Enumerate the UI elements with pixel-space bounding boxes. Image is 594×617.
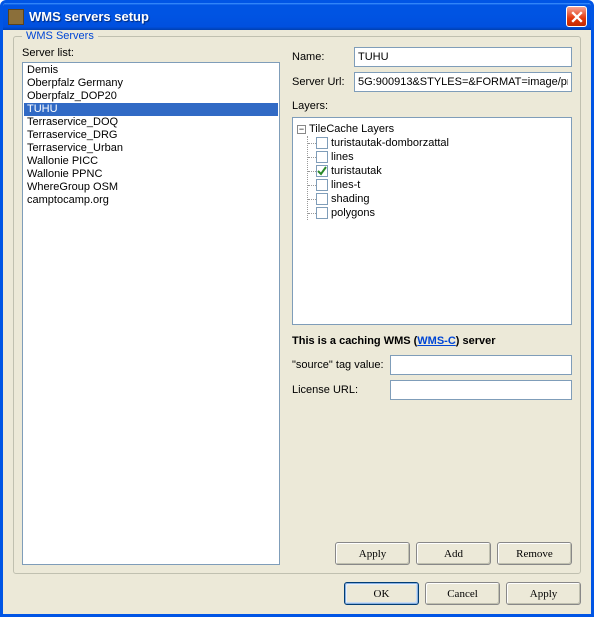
content-area: WMS Servers Server list: DemisOberpfalz …: [3, 30, 591, 614]
layer-label: turistautak-domborzattal: [331, 136, 449, 150]
layers-label: Layers:: [292, 100, 572, 112]
server-url-input[interactable]: [354, 72, 572, 92]
caching-wms-text: This is a caching WMS (WMS-C) server: [292, 335, 572, 347]
layer-checkbox[interactable]: [316, 179, 328, 191]
layer-label: lines-t: [331, 178, 360, 192]
layer-checkbox[interactable]: [316, 165, 328, 177]
list-item[interactable]: TUHU: [24, 103, 278, 116]
layers-tree[interactable]: − TileCache Layers turistautak-domborzat…: [292, 117, 572, 325]
close-icon: [571, 11, 583, 23]
cache-prefix: This is a caching WMS (: [292, 335, 417, 347]
list-item[interactable]: Oberpfalz_DOP20: [24, 90, 278, 103]
tree-root-label: TileCache Layers: [309, 122, 394, 136]
groupbox-title: WMS Servers: [22, 30, 98, 42]
left-column: Server list: DemisOberpfalz GermanyOberp…: [22, 47, 280, 565]
tree-node[interactable]: turistautak-domborzattal: [316, 136, 567, 150]
license-url-input[interactable]: [390, 380, 572, 400]
tree-node[interactable]: lines-t: [316, 178, 567, 192]
source-tag-label: "source" tag value:: [292, 359, 384, 371]
wms-c-link[interactable]: WMS-C: [417, 335, 456, 347]
tree-node[interactable]: lines: [316, 150, 567, 164]
layer-checkbox[interactable]: [316, 193, 328, 205]
cancel-button[interactable]: Cancel: [425, 582, 500, 605]
name-label: Name:: [292, 51, 348, 63]
tree-collapse-icon[interactable]: −: [297, 125, 306, 134]
window-title: WMS servers setup: [29, 9, 566, 24]
layer-label: lines: [331, 150, 354, 164]
ok-button[interactable]: OK: [344, 582, 419, 605]
list-item[interactable]: Terraservice_DOQ: [24, 116, 278, 129]
layer-checkbox[interactable]: [316, 137, 328, 149]
list-item[interactable]: Oberpfalz Germany: [24, 77, 278, 90]
list-item[interactable]: Terraservice_Urban: [24, 142, 278, 155]
apply-button[interactable]: Apply: [335, 542, 410, 565]
tree-node[interactable]: turistautak: [316, 164, 567, 178]
titlebar[interactable]: WMS servers setup: [3, 3, 591, 30]
layer-label: shading: [331, 192, 370, 206]
wms-servers-group: WMS Servers Server list: DemisOberpfalz …: [13, 36, 581, 574]
list-item[interactable]: Wallonie PICC: [24, 155, 278, 168]
license-url-label: License URL:: [292, 384, 384, 396]
cache-suffix: ) server: [456, 335, 496, 347]
tree-node[interactable]: shading: [316, 192, 567, 206]
tree-node[interactable]: polygons: [316, 206, 567, 220]
add-button[interactable]: Add: [416, 542, 491, 565]
layer-checkbox[interactable]: [316, 207, 328, 219]
dialog-button-bar: OK Cancel Apply: [13, 582, 581, 605]
list-item[interactable]: Terraservice_DRG: [24, 129, 278, 142]
list-item[interactable]: Wallonie PPNC: [24, 168, 278, 181]
right-column: Name: Server Url: Layers: −: [292, 47, 572, 565]
list-item[interactable]: WhereGroup OSM: [24, 181, 278, 194]
app-icon: [8, 9, 24, 25]
layer-label: turistautak: [331, 164, 382, 178]
name-input[interactable]: [354, 47, 572, 67]
list-item[interactable]: Demis: [24, 64, 278, 77]
apply-dialog-button[interactable]: Apply: [506, 582, 581, 605]
layer-checkbox[interactable]: [316, 151, 328, 163]
list-item[interactable]: camptocamp.org: [24, 194, 278, 207]
layer-label: polygons: [331, 206, 375, 220]
url-label: Server Url:: [292, 76, 348, 88]
dialog-window: WMS servers setup WMS Servers Server lis…: [0, 0, 594, 617]
remove-button[interactable]: Remove: [497, 542, 572, 565]
close-button[interactable]: [566, 6, 587, 27]
source-tag-input[interactable]: [390, 355, 572, 375]
server-list[interactable]: DemisOberpfalz GermanyOberpfalz_DOP20TUH…: [22, 62, 280, 565]
server-list-label: Server list:: [22, 47, 280, 59]
